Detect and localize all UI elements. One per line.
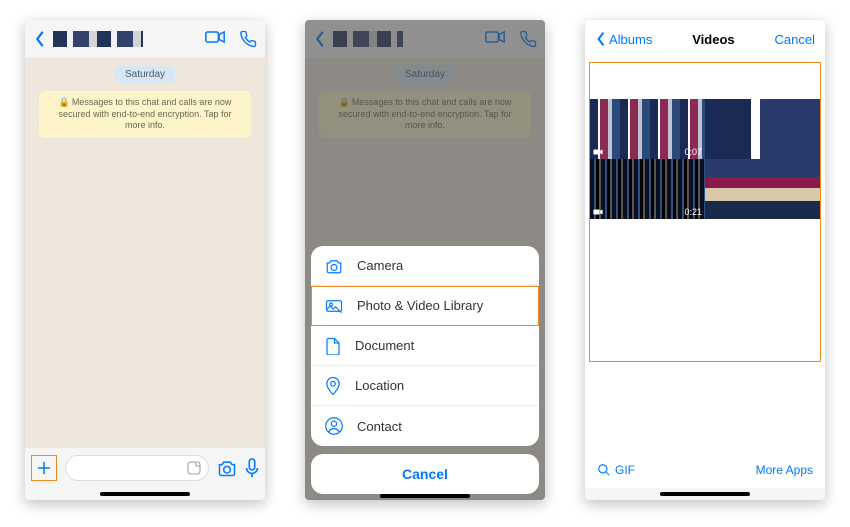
video-grid-highlight: 0:07 0:21 [589,62,821,362]
sheet-option-label: Contact [357,419,402,434]
contact-avatar-name[interactable] [53,31,143,47]
voice-call-icon[interactable] [239,30,257,48]
video-thumbnail[interactable] [705,99,820,159]
sheet-option-location[interactable]: Location [311,366,539,406]
picker-back-button[interactable]: Albums [595,31,652,47]
phone-video-picker-screen: Albums Videos Cancel 0:07 0:21 [585,20,825,500]
back-icon[interactable] [33,30,47,48]
encryption-notice[interactable]: 🔒Messages to this chat and calls are now… [39,91,250,138]
video-call-icon[interactable] [205,30,225,48]
sheet-option-camera[interactable]: Camera [311,246,539,286]
sheet-option-label: Location [355,378,404,393]
video-thumbnail[interactable]: 0:21 [590,159,705,219]
picker-header: Albums Videos Cancel [585,20,825,58]
camera-icon[interactable] [217,459,237,477]
gif-search-button[interactable]: GIF [597,463,635,477]
microphone-icon[interactable] [245,458,259,478]
chat-input-bar [25,448,265,488]
video-grid: 0:07 0:21 [585,58,825,452]
sheet-option-document[interactable]: Document [311,326,539,366]
picker-title: Videos [692,32,734,47]
sticker-icon[interactable] [186,460,202,476]
sheet-option-label: Document [355,338,414,353]
modal-backdrop[interactable]: Camera Photo & Video Library Document Lo… [305,20,545,500]
sheet-cancel-button[interactable]: Cancel [311,454,539,494]
phone-action-sheet-screen: Saturday 🔒Messages to this chat and call… [305,20,545,500]
picker-cancel-button[interactable]: Cancel [775,32,815,47]
attach-button[interactable] [31,455,57,481]
sheet-option-label: Camera [357,258,403,273]
more-apps-button[interactable]: More Apps [756,463,813,477]
sheet-option-label: Photo & Video Library [357,298,483,313]
phone-chat-screen: Saturday 🔒Messages to this chat and call… [25,20,265,500]
home-indicator [25,488,265,500]
video-thumbnail[interactable]: 0:07 [590,99,705,159]
day-separator: Saturday [115,66,175,83]
lock-icon: 🔒 [59,97,70,107]
picker-footer: GIF More Apps [585,452,825,488]
video-thumbnail[interactable] [705,159,820,219]
home-indicator [585,488,825,500]
message-input[interactable] [65,455,209,481]
chat-header [25,20,265,58]
sheet-option-photo-video-library[interactable]: Photo & Video Library [311,286,539,326]
chat-body: Saturday 🔒Messages to this chat and call… [25,58,265,448]
sheet-option-contact[interactable]: Contact [311,406,539,446]
attachment-action-sheet: Camera Photo & Video Library Document Lo… [311,246,539,446]
home-indicator [380,494,470,498]
